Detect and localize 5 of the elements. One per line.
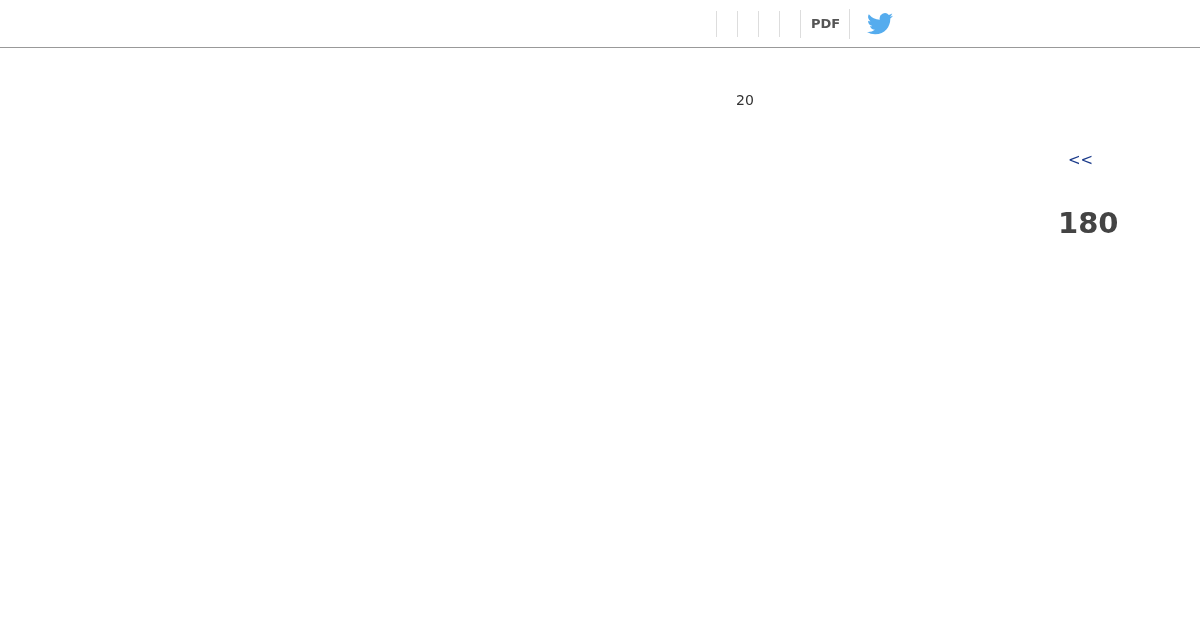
back-link[interactable]: << <box>1068 151 1094 169</box>
count-text: 20 <box>736 92 754 108</box>
pdf-link[interactable]: PDF <box>811 13 841 34</box>
total-number: 180 <box>1058 206 1119 240</box>
bird-icon[interactable] <box>867 12 894 35</box>
